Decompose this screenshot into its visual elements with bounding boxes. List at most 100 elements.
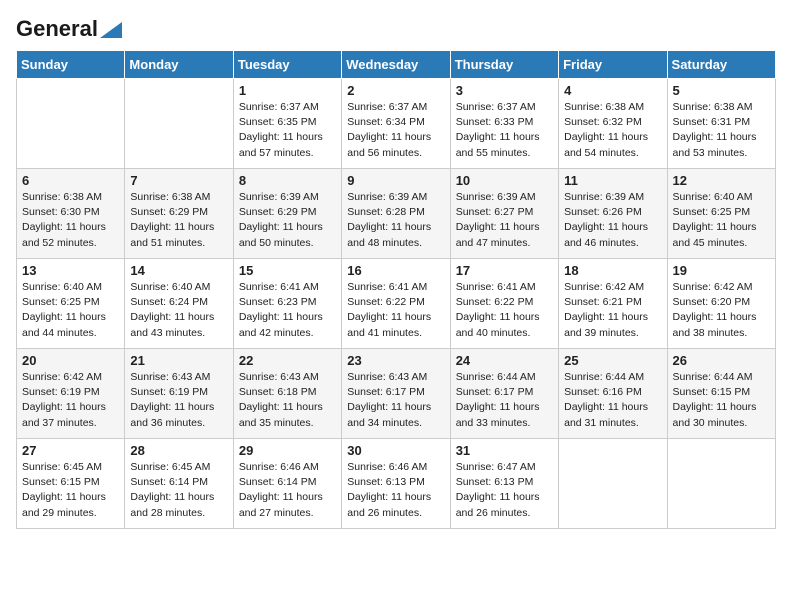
daylight-text: Daylight: 11 hours and 34 minutes. [347,400,444,430]
calendar-cell: 15Sunrise: 6:41 AMSunset: 6:23 PMDayligh… [233,259,341,349]
sunset-text: Sunset: 6:28 PM [347,205,444,220]
day-number: 24 [456,353,553,368]
calendar-cell: 5 Sunrise: 6:38 AMSunset: 6:31 PMDaylight… [667,79,775,169]
sunrise-text: Sunrise: 6:38 AM [22,190,119,205]
sunrise-text: Sunrise: 6:44 AM [673,370,770,385]
cell-info: Sunrise: 6:43 AMSunset: 6:19 PMDaylight:… [130,370,227,431]
sunset-text: Sunset: 6:19 PM [130,385,227,400]
cell-info: Sunrise: 6:38 AMSunset: 6:31 PMDaylight:… [673,100,770,161]
daylight-text: Daylight: 11 hours and 38 minutes. [673,310,770,340]
cell-info: Sunrise: 6:44 AMSunset: 6:17 PMDaylight:… [456,370,553,431]
sunset-text: Sunset: 6:24 PM [130,295,227,310]
daylight-text: Daylight: 11 hours and 31 minutes. [564,400,661,430]
sunrise-text: Sunrise: 6:43 AM [347,370,444,385]
day-number: 29 [239,443,336,458]
cell-info: Sunrise: 6:39 AMSunset: 6:29 PMDaylight:… [239,190,336,251]
calendar-cell [17,79,125,169]
calendar-cell: 11Sunrise: 6:39 AMSunset: 6:26 PMDayligh… [559,169,667,259]
daylight-text: Daylight: 11 hours and 50 minutes. [239,220,336,250]
daylight-text: Daylight: 11 hours and 33 minutes. [456,400,553,430]
day-number: 27 [22,443,119,458]
weekday-header: Monday [125,51,233,79]
sunrise-text: Sunrise: 6:44 AM [564,370,661,385]
calendar-cell: 12Sunrise: 6:40 AMSunset: 6:25 PMDayligh… [667,169,775,259]
day-number: 10 [456,173,553,188]
cell-info: Sunrise: 6:47 AMSunset: 6:13 PMDaylight:… [456,460,553,521]
logo-icon [100,22,122,38]
daylight-text: Daylight: 11 hours and 42 minutes. [239,310,336,340]
sunset-text: Sunset: 6:19 PM [22,385,119,400]
sunrise-text: Sunrise: 6:40 AM [130,280,227,295]
logo-general: General [16,16,98,42]
cell-info: Sunrise: 6:40 AMSunset: 6:25 PMDaylight:… [22,280,119,341]
cell-info: Sunrise: 6:43 AMSunset: 6:17 PMDaylight:… [347,370,444,431]
calendar-cell: 13 Sunrise: 6:40 AMSunset: 6:25 PMDayligh… [17,259,125,349]
weekday-header: Friday [559,51,667,79]
cell-info: Sunrise: 6:39 AMSunset: 6:28 PMDaylight:… [347,190,444,251]
calendar-cell: 16Sunrise: 6:41 AMSunset: 6:22 PMDayligh… [342,259,450,349]
calendar-cell [667,439,775,529]
sunset-text: Sunset: 6:34 PM [347,115,444,130]
daylight-text: Daylight: 11 hours and 40 minutes. [456,310,553,340]
calendar-cell: 18Sunrise: 6:42 AMSunset: 6:21 PMDayligh… [559,259,667,349]
cell-info: Sunrise: 6:44 AMSunset: 6:15 PMDaylight:… [673,370,770,431]
cell-info: Sunrise: 6:45 AMSunset: 6:14 PMDaylight:… [130,460,227,521]
sunrise-text: Sunrise: 6:41 AM [347,280,444,295]
cell-info: Sunrise: 6:39 AMSunset: 6:27 PMDaylight:… [456,190,553,251]
sunset-text: Sunset: 6:21 PM [564,295,661,310]
sunset-text: Sunset: 6:18 PM [239,385,336,400]
cell-info: Sunrise: 6:46 AMSunset: 6:14 PMDaylight:… [239,460,336,521]
daylight-text: Daylight: 11 hours and 26 minutes. [347,490,444,520]
cell-info: Sunrise: 6:42 AMSunset: 6:21 PMDaylight:… [564,280,661,341]
daylight-text: Daylight: 11 hours and 29 minutes. [22,490,119,520]
calendar-cell: 27Sunrise: 6:45 AMSunset: 6:15 PMDayligh… [17,439,125,529]
day-number: 17 [456,263,553,278]
sunrise-text: Sunrise: 6:47 AM [456,460,553,475]
daylight-text: Daylight: 11 hours and 39 minutes. [564,310,661,340]
daylight-text: Daylight: 11 hours and 36 minutes. [130,400,227,430]
cell-info: Sunrise: 6:37 AMSunset: 6:34 PMDaylight:… [347,100,444,161]
day-number: 15 [239,263,336,278]
daylight-text: Daylight: 11 hours and 47 minutes. [456,220,553,250]
calendar-cell: 6Sunrise: 6:38 AMSunset: 6:30 PMDaylight… [17,169,125,259]
cell-info: Sunrise: 6:42 AMSunset: 6:19 PMDaylight:… [22,370,119,431]
day-number: 7 [130,173,227,188]
sunrise-text: Sunrise: 6:46 AM [347,460,444,475]
daylight-text: Daylight: 11 hours and 37 minutes. [22,400,119,430]
daylight-text: Daylight: 11 hours and 26 minutes. [456,490,553,520]
daylight-text: Daylight: 11 hours and 41 minutes. [347,310,444,340]
calendar-cell: 17 Sunrise: 6:41 AMSunset: 6:22 PMDayligh… [450,259,558,349]
sunrise-text: Sunrise: 6:45 AM [22,460,119,475]
sunset-text: Sunset: 6:25 PM [673,205,770,220]
sunrise-text: Sunrise: 6:38 AM [564,100,661,115]
weekday-header: Thursday [450,51,558,79]
cell-info: Sunrise: 6:37 AMSunset: 6:33 PMDaylight:… [456,100,553,161]
day-number: 16 [347,263,444,278]
page-header: General [16,16,776,38]
calendar-cell: 1Sunrise: 6:37 AMSunset: 6:35 PMDaylight… [233,79,341,169]
cell-info: Sunrise: 6:38 AMSunset: 6:29 PMDaylight:… [130,190,227,251]
daylight-text: Daylight: 11 hours and 56 minutes. [347,130,444,160]
sunset-text: Sunset: 6:13 PM [456,475,553,490]
sunrise-text: Sunrise: 6:41 AM [456,280,553,295]
cell-info: Sunrise: 6:46 AMSunset: 6:13 PMDaylight:… [347,460,444,521]
day-number: 20 [22,353,119,368]
calendar-cell: 8Sunrise: 6:39 AMSunset: 6:29 PMDaylight… [233,169,341,259]
day-number: 13 [22,263,119,278]
cell-info: Sunrise: 6:42 AMSunset: 6:20 PMDaylight:… [673,280,770,341]
weekday-header: Saturday [667,51,775,79]
sunrise-text: Sunrise: 6:46 AM [239,460,336,475]
day-number: 2 [347,83,444,98]
day-number: 12 [673,173,770,188]
sunrise-text: Sunrise: 6:37 AM [239,100,336,115]
cell-info: Sunrise: 6:38 AMSunset: 6:32 PMDaylight:… [564,100,661,161]
sunset-text: Sunset: 6:22 PM [456,295,553,310]
sunrise-text: Sunrise: 6:43 AM [239,370,336,385]
calendar-cell: 14Sunrise: 6:40 AMSunset: 6:24 PMDayligh… [125,259,233,349]
day-number: 5 [673,83,770,98]
weekday-header: Sunday [17,51,125,79]
calendar-cell: 23Sunrise: 6:43 AMSunset: 6:17 PMDayligh… [342,349,450,439]
calendar-cell: 7 Sunrise: 6:38 AMSunset: 6:29 PMDaylight… [125,169,233,259]
calendar-cell: 25Sunrise: 6:44 AMSunset: 6:16 PMDayligh… [559,349,667,439]
daylight-text: Daylight: 11 hours and 57 minutes. [239,130,336,160]
